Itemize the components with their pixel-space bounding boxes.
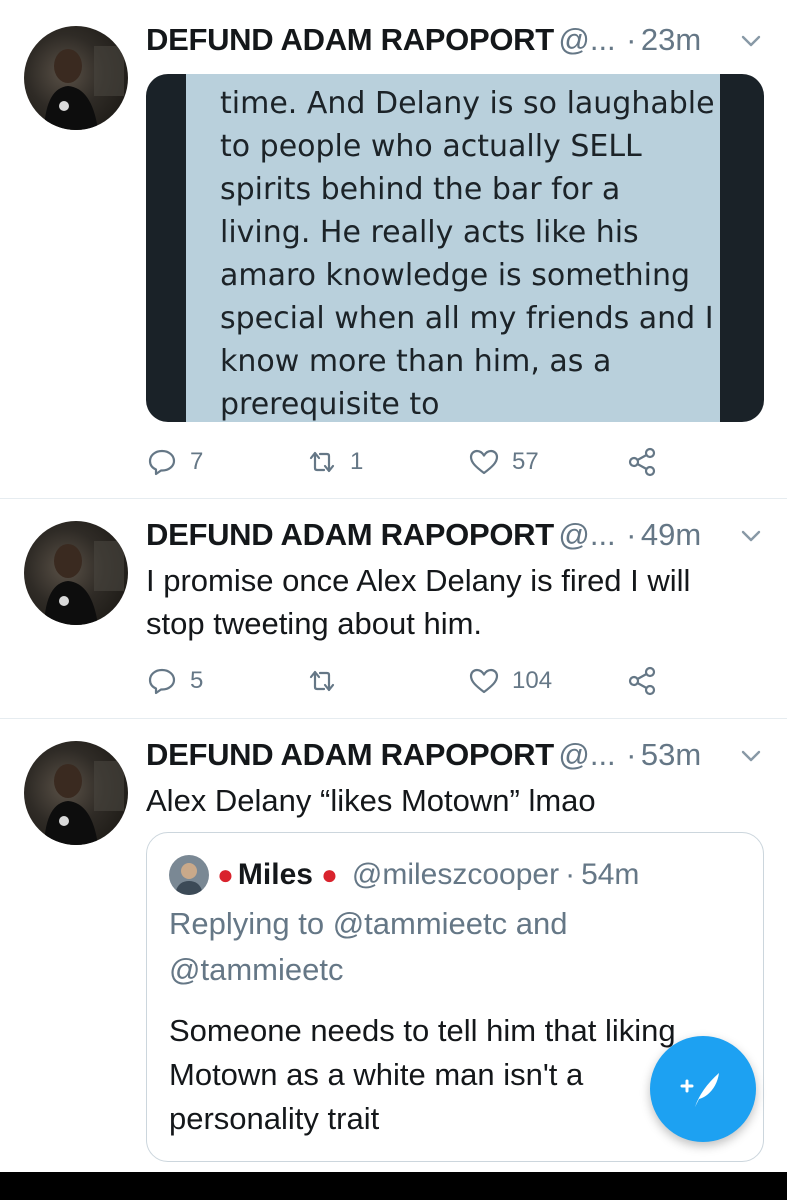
quoted-user-handle: @mileszcooper [351,858,560,891]
display-name[interactable]: DEFUND ADAM RAPOPORT [146,22,554,57]
separator-dot: · [565,858,576,891]
separator-dot: · [626,22,637,57]
screenshot-panel: time. And Delany is so laughable to peop… [186,74,720,422]
media-text: time. And Delany is so laughable to peop… [220,86,715,422]
avatar-image [44,761,124,845]
quoted-timestamp: 54m [581,858,640,891]
quoted-display-name: Miles [237,858,313,891]
avatar-image [44,46,124,130]
tweet[interactable]: DEFUND ADAM RAPOPORT @... · 23m time. An… [0,0,787,499]
like-button[interactable]: 57 [468,442,539,482]
user-handle[interactable]: @... [558,517,615,552]
like-count: 57 [512,448,539,475]
quoted-tweet-text: Someone needs to tell him that liking Mo… [169,1013,676,1136]
reply-icon [148,449,176,476]
retweet-icon [309,670,335,692]
retweet-button[interactable]: 1 [306,442,363,482]
share-button[interactable] [626,661,658,701]
avatar[interactable] [24,521,128,625]
timestamp[interactable]: 49m [641,517,701,552]
reply-button[interactable]: 5 [146,661,203,701]
display-name[interactable]: DEFUND ADAM RAPOPORT [146,737,554,772]
chevron-down-icon[interactable] [740,30,762,52]
tweet-header: DEFUND ADAM RAPOPORT @... · 49m [146,517,766,557]
reply-count: 7 [190,448,204,475]
separator-dot: · [626,517,637,552]
apple-emoji-icon: ● [320,859,338,890]
apple-emoji-icon: ● [217,859,234,890]
heart-icon [469,668,499,694]
reply-count: 5 [190,667,204,694]
tweet-header: DEFUND ADAM RAPOPORT @... · 53m [146,737,766,777]
user-handle[interactable]: @... [558,737,615,772]
tweet-text: I promise once Alex Delany is fired I wi… [146,563,691,641]
tweet-actions: 5 104 [146,661,706,701]
like-button[interactable]: 104 [468,661,552,701]
like-count: 104 [512,667,553,694]
share-icon [628,666,656,696]
retweet-count: 1 [350,448,364,475]
display-name[interactable]: DEFUND ADAM RAPOPORT [146,517,554,552]
compose-tweet-button[interactable] [650,1036,756,1142]
tweet-header: DEFUND ADAM RAPOPORT @... · 23m [146,22,766,62]
share-icon [628,447,656,477]
quoted-tweet-header: ● Miles ● @mileszcooper · 54m [169,855,639,895]
tweet-text: Alex Delany “likes Motown” lmao [146,783,596,818]
chevron-down-icon[interactable] [740,745,762,767]
retweet-button[interactable] [306,661,350,701]
retweet-icon [309,451,335,473]
share-button[interactable] [626,442,658,482]
chevron-down-icon[interactable] [740,525,762,547]
avatar-image [44,541,124,625]
user-handle[interactable]: @... [558,22,615,57]
timestamp[interactable]: 53m [641,737,701,772]
avatar[interactable] [24,741,128,845]
tweet-media-image[interactable]: time. And Delany is so laughable to peop… [146,74,764,422]
reply-button[interactable]: 7 [146,442,203,482]
avatar[interactable] [24,26,128,130]
tweet-actions: 7 1 57 [146,442,706,482]
reply-icon [148,668,176,695]
tweet[interactable]: DEFUND ADAM RAPOPORT @... · 49m I promis… [0,499,787,719]
heart-icon [469,449,499,475]
system-navigation-bar [0,1172,787,1200]
replying-to-line: Replying to @tammieetc and @tammieetc [169,906,568,987]
separator-dot: · [626,737,637,772]
compose-tweet-icon [680,1073,719,1107]
quoted-avatar [169,855,209,895]
timestamp[interactable]: 23m [641,22,701,57]
